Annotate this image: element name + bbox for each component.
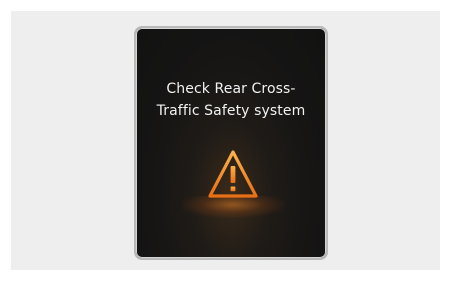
alert-message-line-1: Check Rear Cross-: [166, 81, 296, 97]
alert-message: Check Rear Cross- Traffic Safety system: [136, 78, 326, 122]
warning-triangle-icon: [208, 150, 258, 198]
driver-display-panel: Check Rear Cross- Traffic Safety system: [134, 26, 328, 260]
alert-message-line-2: Traffic Safety system: [156, 103, 306, 119]
